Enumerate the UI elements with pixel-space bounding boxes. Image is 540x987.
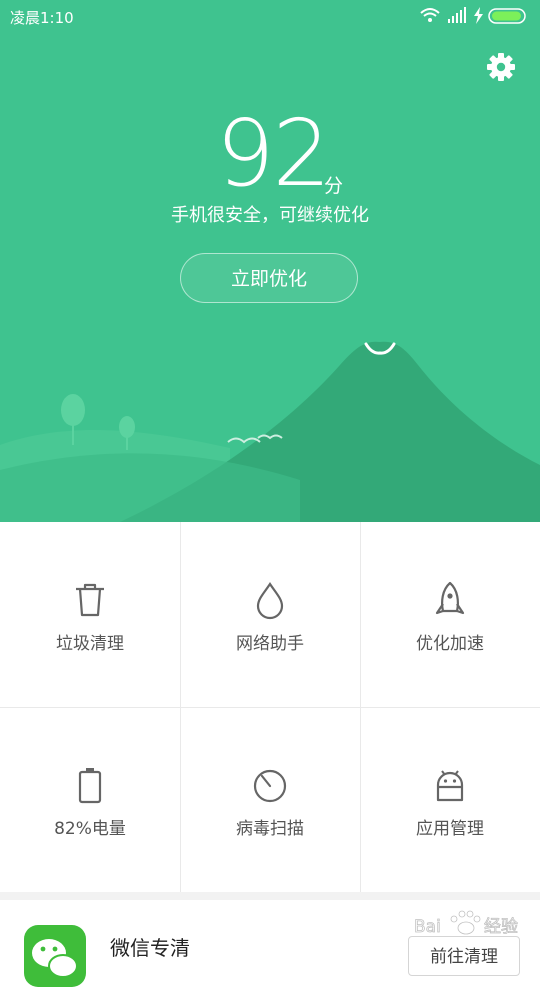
hero-panel: 凌晨1:10 92 分 手机很安全，可继续优化 立即优化 xyxy=(0,0,540,522)
rocket-icon xyxy=(435,581,465,615)
optimize-button[interactable]: 立即优化 xyxy=(180,253,358,303)
score-display: 92 分 xyxy=(0,108,540,203)
section-separator xyxy=(0,892,540,900)
scan-icon xyxy=(253,769,287,803)
tool-network-assistant[interactable]: 网络助手 xyxy=(180,522,360,707)
score-unit: 分 xyxy=(324,175,344,197)
grid-divider xyxy=(0,707,540,708)
battery-icon xyxy=(78,768,102,804)
drop-icon xyxy=(256,582,284,620)
tool-label: 优化加速 xyxy=(416,634,484,654)
tool-battery[interactable]: 82%电量 xyxy=(0,707,180,892)
charging-icon xyxy=(474,7,483,24)
score-value: 92 xyxy=(216,100,331,207)
tool-label: 垃圾清理 xyxy=(56,634,124,654)
tool-app-manager[interactable]: 应用管理 xyxy=(360,707,540,892)
tool-label: 网络助手 xyxy=(236,634,304,654)
tool-junk-clean[interactable]: 垃圾清理 xyxy=(0,522,180,707)
status-message: 手机很安全，可继续优化 xyxy=(171,205,369,226)
landscape-illustration xyxy=(0,341,540,522)
tool-label: 82%电量 xyxy=(54,819,126,839)
status-icons xyxy=(420,7,526,24)
wechat-icon xyxy=(24,925,86,987)
status-bar: 凌晨1:10 xyxy=(0,0,540,34)
wifi-icon xyxy=(420,8,440,22)
battery-status-icon xyxy=(488,8,526,24)
svg-text:经验: 经验 xyxy=(484,917,518,937)
tool-speed-boost[interactable]: 优化加速 xyxy=(360,522,540,707)
tool-virus-scan[interactable]: 病毒扫描 xyxy=(180,707,360,892)
go-clean-button[interactable]: 前往清理 xyxy=(408,936,520,976)
tool-label: 病毒扫描 xyxy=(236,819,304,839)
svg-text:Bai: Bai xyxy=(414,917,441,937)
trash-icon xyxy=(76,583,104,617)
baidu-watermark: Bai 经验 xyxy=(414,910,518,937)
card-title: 微信专清 xyxy=(110,936,190,960)
signal-icon xyxy=(448,7,466,23)
status-time: 凌晨1:10 xyxy=(10,9,74,27)
tool-label: 应用管理 xyxy=(416,819,484,839)
android-icon xyxy=(436,770,464,802)
gear-icon[interactable] xyxy=(486,52,516,82)
